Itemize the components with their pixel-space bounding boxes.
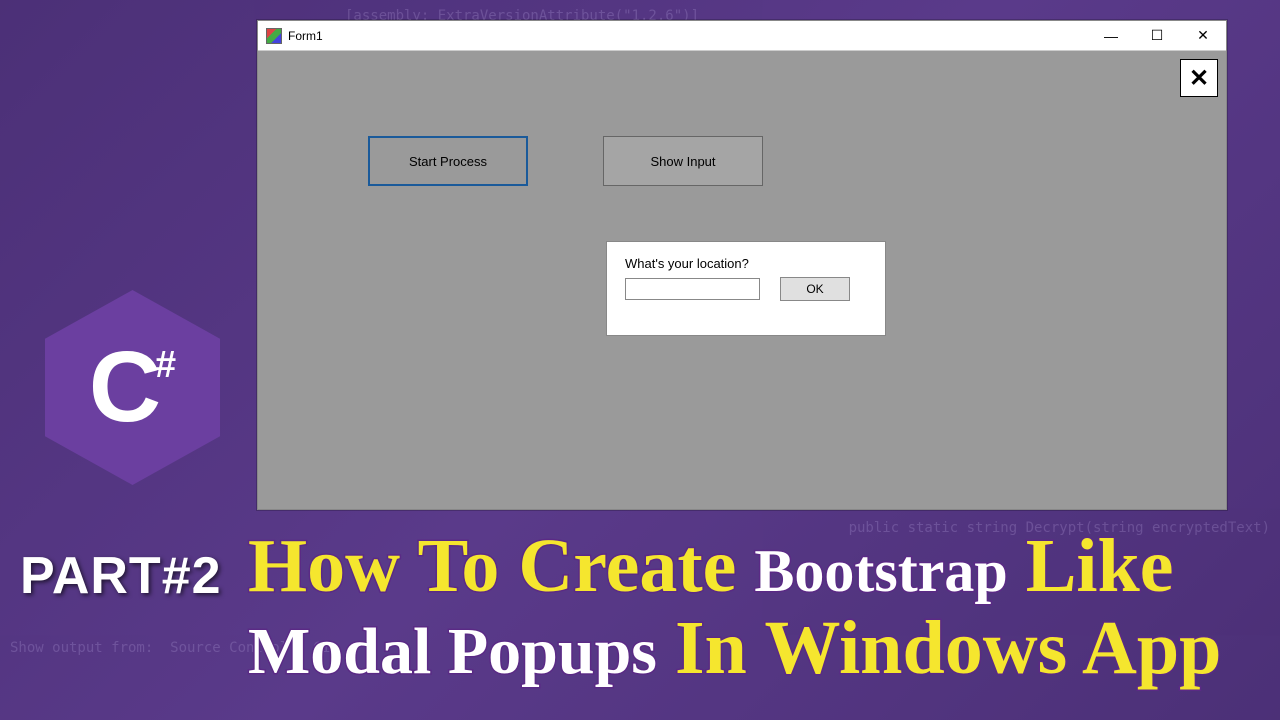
ok-button[interactable]: OK [780, 277, 850, 301]
close-button[interactable]: ✕ [1180, 21, 1226, 50]
popup-prompt-label: What's your location? [625, 256, 867, 271]
csharp-logo: C # [45, 290, 220, 490]
title-text: How To Create [248, 528, 736, 604]
titlebar[interactable]: Form1 — ☐ ✕ [258, 21, 1226, 51]
title-banner: How To Create Bootstrap Like Modal Popup… [248, 528, 1268, 686]
logo-c: C [89, 330, 161, 445]
maximize-button[interactable]: ☐ [1134, 21, 1180, 50]
input-popup: What's your location? OK [606, 241, 886, 336]
title-line-1: How To Create Bootstrap Like [248, 528, 1268, 604]
title-text: Like [1026, 528, 1174, 604]
window-controls: — ☐ ✕ [1088, 21, 1226, 50]
show-input-button[interactable]: Show Input [603, 136, 763, 186]
title-text: In Windows App [675, 610, 1221, 686]
title-line-2: Modal Popups In Windows App [248, 610, 1268, 686]
logo-hash: # [155, 344, 176, 387]
hexagon-icon: C # [45, 290, 220, 485]
start-process-button[interactable]: Start Process [368, 136, 528, 186]
location-input[interactable] [625, 278, 760, 300]
popup-row: OK [625, 277, 867, 301]
title-text: Bootstrap [754, 541, 1007, 601]
title-text: Modal Popups [248, 619, 657, 685]
form-icon [266, 28, 282, 44]
panel-close-button[interactable]: ✕ [1180, 59, 1218, 97]
client-area: ✕ Start Process Show Input What's your l… [258, 51, 1226, 509]
logo-letter: C # [89, 330, 176, 445]
window-title: Form1 [288, 29, 1088, 43]
minimize-button[interactable]: — [1088, 21, 1134, 50]
part-label: PART#2 [20, 546, 222, 606]
form1-window: Form1 — ☐ ✕ ✕ Start Process Show Input W… [257, 20, 1227, 510]
